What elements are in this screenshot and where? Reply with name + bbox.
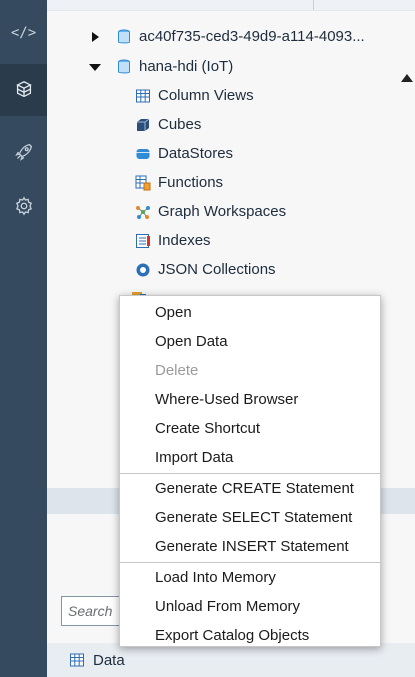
menu-item-open-data[interactable]: Open Data: [120, 327, 380, 356]
tree-item-hana-hdi[interactable]: hana-hdi (IoT): [85, 52, 415, 81]
tree-item-label: ac40f735-ced3-49d9-a114-4093...: [139, 28, 365, 45]
tree-item-label: Indexes: [158, 232, 211, 249]
menu-item-load-into-memory[interactable]: Load Into Memory: [120, 563, 380, 592]
function-icon: [134, 174, 152, 192]
menu-item-delete: Delete: [155, 362, 199, 379]
menu-item-generate-insert[interactable]: Generate INSERT Statement: [120, 532, 380, 561]
tree-item-label: Column Views: [158, 87, 254, 104]
rocket-icon: [14, 143, 32, 161]
menu-item-where-used-browser[interactable]: Where-Used Browser: [120, 385, 380, 414]
tree-item-graph-workspaces[interactable]: Graph Workspaces: [134, 197, 415, 226]
deploy-button[interactable]: [0, 126, 47, 178]
tree-item-datastores[interactable]: DataStores: [134, 139, 415, 168]
data-tab-label: Data: [93, 651, 125, 669]
settings-button[interactable]: [0, 180, 47, 232]
database-explorer-icon: [15, 81, 32, 98]
panel-header-strip: [47, 0, 415, 11]
expand-caret-icon[interactable]: [85, 27, 105, 47]
collapse-caret-icon[interactable]: [85, 57, 105, 77]
menu-item-generate-select[interactable]: Generate SELECT Statement: [120, 503, 380, 532]
activity-bar: </>: [0, 0, 47, 677]
tree-item-label: hana-hdi (IoT): [139, 58, 234, 75]
menu-item-import-data[interactable]: Import Data: [120, 443, 380, 472]
settings-icon: [15, 196, 32, 216]
hdi-container-icon: [115, 28, 133, 46]
tree-item-label: Cubes: [158, 116, 202, 133]
tree-item-label: Graph Workspaces: [158, 203, 287, 220]
code-icon: </>: [10, 25, 37, 41]
menu-item-unload-from-memory[interactable]: Unload From Memory: [120, 592, 380, 621]
tree-item-label: DataStores: [158, 145, 234, 162]
datastore-icon: [134, 145, 152, 163]
tree-item-label: JSON Collections: [158, 261, 276, 278]
table-icon: [70, 653, 84, 667]
column-view-icon: [134, 87, 152, 105]
database-explorer-button[interactable]: [0, 64, 47, 116]
tree-item-functions[interactable]: Functions: [134, 168, 415, 197]
hdi-container-icon: [115, 58, 133, 76]
menu-item-open[interactable]: Open: [120, 298, 380, 327]
cube-icon: [134, 116, 152, 134]
json-collection-icon: [134, 261, 152, 279]
tree-item-column-views[interactable]: Column Views: [134, 81, 415, 110]
code-editor-button[interactable]: </>: [0, 7, 47, 59]
tree-item-json-collections[interactable]: JSON Collections: [134, 255, 415, 284]
tree-item-label: Functions: [158, 174, 224, 191]
tree-item-indexes[interactable]: Indexes: [134, 226, 415, 255]
index-icon: [134, 232, 152, 250]
menu-item-export-catalog-objects[interactable]: Export Catalog Objects: [120, 621, 380, 650]
menu-item-create-shortcut[interactable]: Create Shortcut: [120, 414, 380, 443]
tree-item-hdi-container[interactable]: ac40f735-ced3-49d9-a114-4093...: [85, 22, 415, 51]
graph-workspace-icon: [134, 203, 152, 221]
context-menu: Open Open Data Delete Where-Used Browser…: [119, 295, 381, 647]
splitter[interactable]: [313, 0, 314, 10]
tree-item-cubes[interactable]: Cubes: [134, 110, 415, 139]
menu-item-generate-create[interactable]: Generate CREATE Statement: [120, 474, 380, 503]
